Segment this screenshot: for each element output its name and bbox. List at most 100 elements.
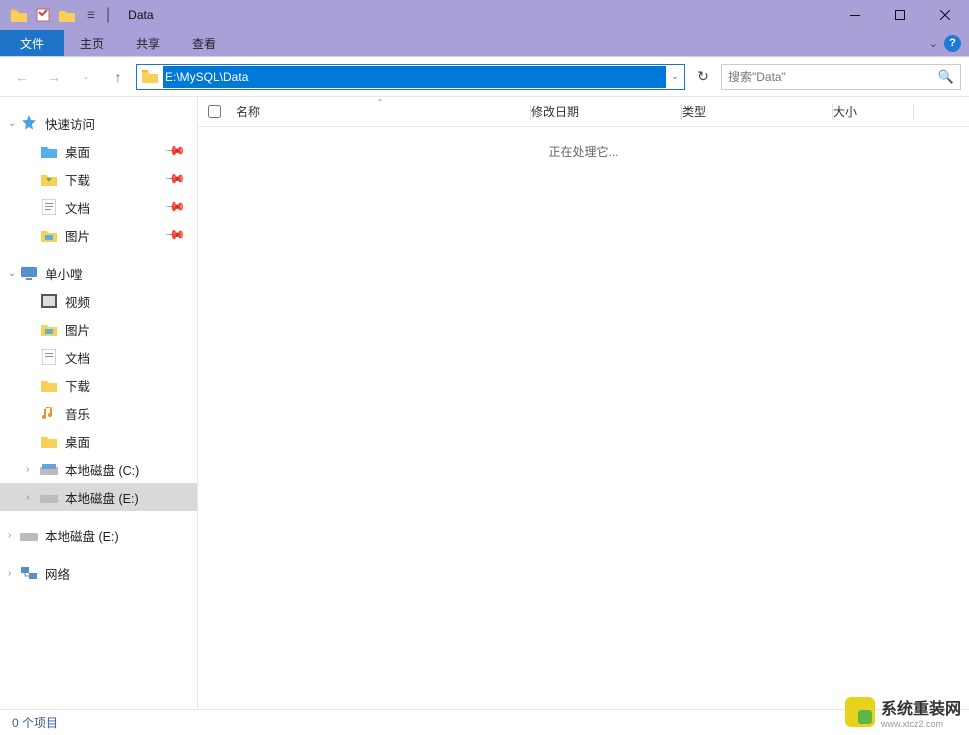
pin-icon: 📌	[164, 168, 187, 191]
watermark-title: 系统重装网	[881, 695, 961, 719]
sidebar-music[interactable]: 音乐	[0, 399, 197, 427]
sidebar-item-label: 本地磁盘 (E:)	[45, 526, 119, 545]
properties-icon[interactable]	[32, 4, 54, 26]
column-headers: ⌃ 名称 修改日期 类型 大小	[198, 97, 969, 127]
chevron-right-icon[interactable]: ›	[8, 568, 18, 579]
star-icon	[20, 114, 38, 132]
column-name[interactable]: ⌃ 名称	[230, 103, 530, 120]
video-icon	[40, 292, 58, 310]
column-type[interactable]: 类型	[682, 103, 832, 120]
tab-share[interactable]: 共享	[120, 30, 176, 56]
navigation-bar: ← → ⌄ ↑ ⌄ ↻ 🔍	[0, 57, 969, 97]
folder-icon	[40, 170, 58, 188]
disk-icon	[40, 488, 58, 506]
sidebar-item-label: 图片	[65, 226, 90, 245]
folder-icon	[40, 432, 58, 450]
titlebar-separator: |	[106, 6, 110, 24]
sidebar-downloads[interactable]: 下载 📌	[0, 165, 197, 193]
sidebar-disk-e-root[interactable]: › 本地磁盘 (E:)	[0, 521, 197, 549]
sidebar-quick-access[interactable]: ⌄ 快速访问	[0, 109, 197, 137]
document-icon	[40, 198, 58, 216]
chevron-right-icon[interactable]: ›	[26, 464, 36, 475]
disk-icon	[20, 526, 38, 544]
sidebar-disk-c[interactable]: › 本地磁盘 (C:)	[0, 455, 197, 483]
navigation-pane: ⌄ 快速访问 桌面 📌 下载 📌 文档 📌 图片 📌 ⌄ 单小嘡	[0, 97, 198, 709]
sidebar-item-label: 文档	[65, 348, 90, 367]
recent-dropdown-icon[interactable]: ⌄	[72, 63, 100, 91]
processing-label: 正在处理它...	[548, 145, 618, 159]
address-dropdown-icon[interactable]: ⌄	[666, 71, 684, 82]
maximize-button[interactable]	[877, 0, 922, 30]
chevron-down-icon[interactable]: ⌄	[8, 268, 18, 279]
sidebar-network[interactable]: › 网络	[0, 559, 197, 587]
new-folder-icon[interactable]	[56, 4, 78, 26]
back-button[interactable]: ←	[8, 63, 36, 91]
sidebar-item-label: 音乐	[65, 404, 90, 423]
chevron-right-icon[interactable]: ›	[26, 492, 36, 503]
pin-icon: 📌	[164, 196, 187, 219]
status-item-count: 0 个项目	[12, 714, 58, 731]
sidebar-item-label: 图片	[65, 320, 90, 339]
search-icon[interactable]: 🔍	[938, 69, 954, 85]
sidebar-item-label: 本地磁盘 (E:)	[65, 488, 139, 507]
sidebar-pictures[interactable]: 图片 📌	[0, 221, 197, 249]
sidebar-item-label: 快速访问	[45, 114, 95, 133]
pin-icon: 📌	[164, 140, 187, 163]
chevron-right-icon[interactable]: ›	[8, 530, 18, 541]
qat-dropdown-icon[interactable]: ☰	[80, 4, 102, 26]
search-input[interactable]	[728, 70, 938, 84]
content-area: ⌃ 名称 修改日期 类型 大小 正在处理它...	[198, 97, 969, 709]
sidebar-desktop[interactable]: 桌面 📌	[0, 137, 197, 165]
sidebar-videos[interactable]: 视频	[0, 287, 197, 315]
sidebar-documents-2[interactable]: 文档	[0, 343, 197, 371]
forward-button[interactable]: →	[40, 63, 68, 91]
document-icon	[40, 348, 58, 366]
sidebar-item-label: 桌面	[65, 142, 90, 161]
chevron-down-icon[interactable]: ⌄	[8, 118, 18, 129]
sidebar-desktop-2[interactable]: 桌面	[0, 427, 197, 455]
sort-ascending-icon: ⌃	[377, 98, 384, 107]
status-bar: 0 个项目	[0, 709, 969, 735]
titlebar: ☰ | Data	[0, 0, 969, 30]
sidebar-downloads-2[interactable]: 下载	[0, 371, 197, 399]
sidebar-item-label: 下载	[65, 170, 90, 189]
up-button[interactable]: ↑	[104, 63, 132, 91]
network-icon	[20, 564, 38, 582]
select-all-checkbox[interactable]	[198, 105, 230, 118]
help-icon[interactable]: ?	[944, 35, 961, 52]
tab-file[interactable]: 文件	[0, 30, 64, 56]
sidebar-item-label: 桌面	[65, 432, 90, 451]
sidebar-item-label: 视频	[65, 292, 90, 311]
watermark: 系统重装网 www.xtcz2.com	[845, 695, 961, 729]
ribbon-tabs: 文件 主页 共享 查看 ⌄ ?	[0, 30, 969, 56]
window-title: Data	[128, 8, 153, 22]
folder-icon	[40, 142, 58, 160]
tab-view[interactable]: 查看	[176, 30, 232, 56]
watermark-logo-icon	[845, 697, 875, 727]
folder-icon	[8, 4, 30, 26]
sidebar-pictures-2[interactable]: 图片	[0, 315, 197, 343]
folder-icon	[40, 226, 58, 244]
minimize-button[interactable]	[832, 0, 877, 30]
ribbon-collapse-icon[interactable]: ⌄	[929, 37, 938, 50]
sidebar-item-label: 文档	[65, 198, 90, 217]
pin-icon: 📌	[164, 224, 187, 247]
column-size[interactable]: 大小	[833, 103, 913, 120]
sidebar-documents[interactable]: 文档 📌	[0, 193, 197, 221]
disk-icon	[40, 460, 58, 478]
folder-icon	[40, 376, 58, 394]
sidebar-item-label: 下载	[65, 376, 90, 395]
column-date[interactable]: 修改日期	[531, 103, 681, 120]
tab-home[interactable]: 主页	[64, 30, 120, 56]
address-bar[interactable]: ⌄	[136, 64, 685, 90]
sidebar-user[interactable]: ⌄ 单小嘡	[0, 259, 197, 287]
sidebar-disk-e[interactable]: › 本地磁盘 (E:)	[0, 483, 197, 511]
sidebar-item-label: 本地磁盘 (C:)	[65, 460, 139, 479]
music-icon	[40, 404, 58, 422]
refresh-button[interactable]: ↻	[689, 64, 717, 90]
address-input[interactable]	[163, 66, 666, 88]
sidebar-item-label: 单小嘡	[45, 264, 83, 283]
search-box[interactable]: 🔍	[721, 64, 961, 90]
address-folder-icon	[140, 67, 160, 87]
close-button[interactable]	[922, 0, 967, 30]
